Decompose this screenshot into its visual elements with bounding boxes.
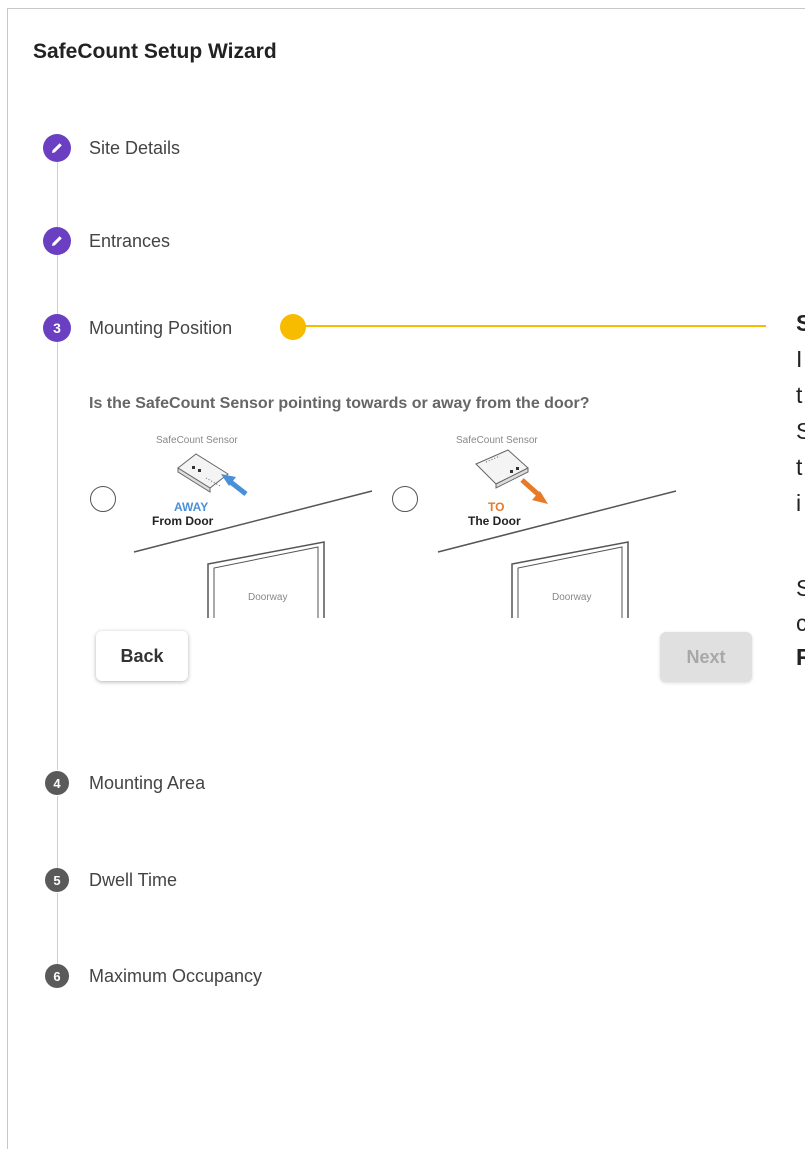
sensor-device-icon xyxy=(475,449,529,489)
callout-text: I xyxy=(796,346,803,372)
step-1-completed[interactable] xyxy=(43,134,71,162)
callout-text: t xyxy=(796,454,803,480)
doorway-frame xyxy=(207,541,325,618)
arrow-away-icon xyxy=(221,474,248,496)
radio-away-from-door[interactable] xyxy=(90,486,116,512)
callout-text: c xyxy=(796,610,805,636)
callout-marker xyxy=(280,314,306,340)
step-connector xyxy=(57,342,58,770)
radio-to-the-door[interactable] xyxy=(392,486,418,512)
step-connector xyxy=(57,796,58,868)
callout-text: t xyxy=(796,382,803,408)
step-6-pending: 6 xyxy=(45,964,69,988)
doorway-frame xyxy=(511,541,629,618)
direction-word: AWAY xyxy=(174,500,208,514)
direction-text: From Door xyxy=(152,514,214,528)
step-5-label: Dwell Time xyxy=(89,870,178,890)
away-from-door-illustration[interactable]: SafeCount Sensor AWAY From Door Doorway xyxy=(128,428,378,618)
doorway-label: Doorway xyxy=(248,592,287,603)
step-3-label: Mounting Position xyxy=(89,318,233,338)
step-5-pending: 5 xyxy=(45,868,69,892)
callout-text: S xyxy=(796,310,805,336)
sensor-caption: SafeCount Sensor xyxy=(456,435,538,446)
pencil-icon xyxy=(52,236,62,246)
pencil-icon xyxy=(52,143,62,153)
callout-text: i xyxy=(796,490,802,516)
step-connector xyxy=(57,162,58,228)
callout-text: R xyxy=(796,644,805,670)
to-the-door-illustration[interactable]: SafeCount Sensor TO The Door Doorway xyxy=(432,428,682,618)
direction-text: The Door xyxy=(468,514,521,528)
step-2-label[interactable]: Entrances xyxy=(89,231,170,252)
doorway-label: Doorway xyxy=(552,592,591,603)
back-button[interactable]: Back xyxy=(96,631,188,681)
wizard-title: SafeCount Setup Wizard xyxy=(33,40,277,63)
arrow-toward-icon xyxy=(520,478,548,504)
callout-text: S xyxy=(796,575,805,601)
callout-connector xyxy=(300,325,766,327)
step-6-label: Maximum Occupancy xyxy=(89,966,263,986)
step-2-completed[interactable] xyxy=(43,227,71,255)
direction-word: TO xyxy=(488,500,504,514)
step-4-label: Mounting Area xyxy=(89,773,206,793)
step-connector xyxy=(57,255,58,315)
step-3-active: 3 xyxy=(43,314,71,342)
mounting-question: Is the SafeCount Sensor pointing towards… xyxy=(89,395,590,412)
sensor-caption: SafeCount Sensor xyxy=(156,435,238,446)
step-4-pending: 4 xyxy=(45,771,69,795)
step-connector xyxy=(57,893,58,969)
sensor-device-icon xyxy=(177,453,229,493)
next-button[interactable]: Next xyxy=(660,632,752,682)
callout-text: S xyxy=(796,418,805,444)
step-1-label[interactable]: Site Details xyxy=(89,138,180,159)
